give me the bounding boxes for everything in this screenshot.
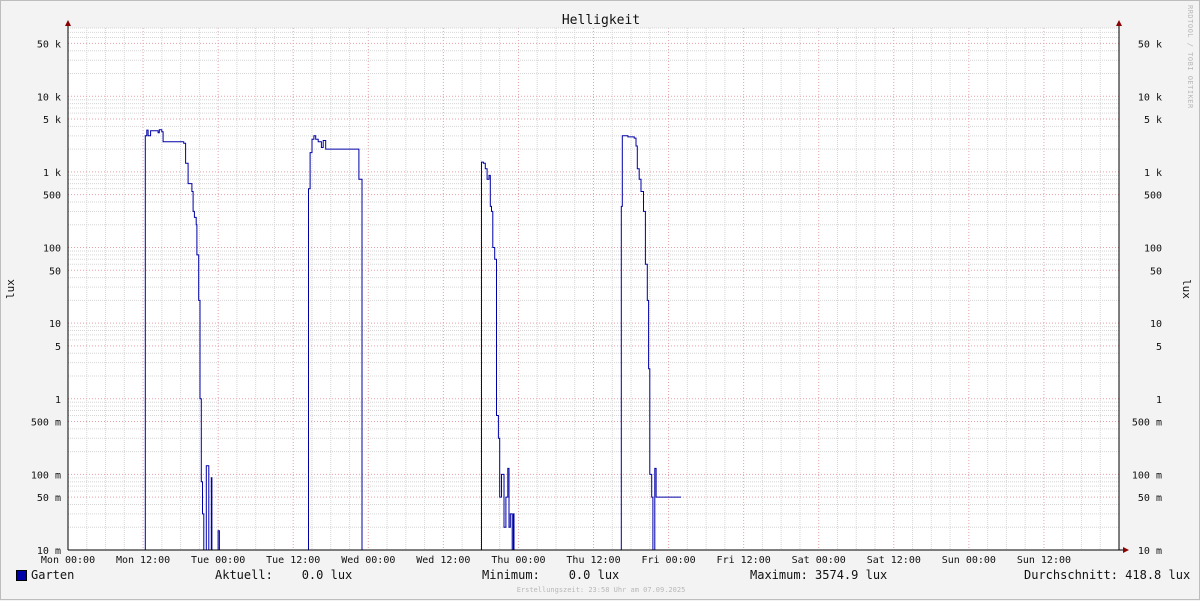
y-tick-label-right: 100 m bbox=[1132, 470, 1162, 481]
chart-window: Helligkeit lux lux RRDTOOL / TOBI OETIKE… bbox=[0, 0, 1200, 600]
y-tick-label-right: 10 bbox=[1150, 319, 1162, 330]
y-tick-label-left: 1 bbox=[55, 395, 61, 406]
chart-title: Helligkeit bbox=[562, 13, 640, 28]
y-tick-label-right: 500 bbox=[1144, 191, 1162, 202]
y-tick-label-right: 100 bbox=[1144, 244, 1162, 255]
x-axis-arrow bbox=[1123, 547, 1129, 553]
footer-timestamp: Erstellungszeit: 23:58 Uhr am 07.09.2025 bbox=[516, 586, 686, 594]
y-tick-label-left: 10 bbox=[49, 319, 61, 330]
x-tick-label: Mon 12:00 bbox=[116, 555, 170, 566]
legend-series-label: Garten bbox=[31, 568, 75, 582]
grid-layer bbox=[67, 27, 1120, 551]
y-tick-label-right: 10 k bbox=[1138, 92, 1162, 103]
y-axis-label-right: lux bbox=[1180, 279, 1193, 299]
legend-swatch-garten bbox=[16, 570, 27, 581]
x-tick-label: Thu 12:00 bbox=[566, 555, 620, 566]
legend-maximum: Maximum: 3574.9 lux bbox=[750, 568, 888, 582]
x-tick-label: Sun 12:00 bbox=[1017, 555, 1071, 566]
x-tick-label: Thu 00:00 bbox=[491, 555, 545, 566]
y-tick-label-left: 1 k bbox=[43, 168, 61, 179]
y-axis-arrow-left bbox=[65, 20, 71, 26]
y-tick-label-left: 50 m bbox=[37, 493, 61, 504]
y-tick-label-right: 1 k bbox=[1144, 168, 1162, 179]
y-tick-label-right: 500 m bbox=[1132, 418, 1162, 429]
y-tick-label-left: 5 bbox=[55, 342, 61, 353]
rrdtool-watermark: RRDTOOL / TOBI OETIKER bbox=[1186, 5, 1194, 109]
y-tick-label-left: 100 m bbox=[31, 470, 61, 481]
y-tick-label-right: 50 m bbox=[1138, 493, 1162, 504]
y-tick-label-left: 100 bbox=[43, 244, 61, 255]
chart-svg: Helligkeit lux lux RRDTOOL / TOBI OETIKE… bbox=[4, 5, 1194, 566]
x-tick-label: Sat 12:00 bbox=[867, 555, 921, 566]
legend-minimum: Minimum: 0.0 lux bbox=[482, 568, 620, 582]
y-tick-label-right: 5 k bbox=[1144, 115, 1162, 126]
y-tick-label-right: 50 bbox=[1150, 266, 1162, 277]
y-tick-label-left: 50 bbox=[49, 266, 61, 277]
x-tick-label: Fri 00:00 bbox=[641, 555, 695, 566]
x-tick-label: Fri 12:00 bbox=[717, 555, 771, 566]
y-axis-label-left: lux bbox=[4, 279, 17, 299]
legend-average: Durchschnitt: 418.8 lux bbox=[1024, 568, 1191, 582]
x-tick-label: Sat 00:00 bbox=[792, 555, 846, 566]
y-tick-label-right: 5 bbox=[1156, 342, 1162, 353]
x-tick-label: Wed 00:00 bbox=[341, 555, 395, 566]
y-tick-label-right: 50 k bbox=[1138, 39, 1162, 50]
x-tick-label: Tue 00:00 bbox=[191, 555, 245, 566]
y-axis-arrow-right bbox=[1116, 20, 1122, 26]
y-tick-label-right: 1 bbox=[1156, 395, 1162, 406]
y-tick-label-left: 10 k bbox=[37, 92, 61, 103]
y-tick-label-left: 5 k bbox=[43, 115, 61, 126]
x-tick-label: Sun 00:00 bbox=[942, 555, 996, 566]
x-tick-label: Tue 12:00 bbox=[266, 555, 320, 566]
legend-current: Aktuell: 0.0 lux bbox=[215, 568, 353, 582]
y-tick-label-left: 10 m bbox=[37, 546, 61, 557]
y-tick-label-right: 10 m bbox=[1138, 546, 1162, 557]
y-tick-label-left: 500 bbox=[43, 191, 61, 202]
x-tick-label: Wed 12:00 bbox=[416, 555, 470, 566]
y-tick-label-left: 500 m bbox=[31, 418, 61, 429]
y-tick-label-left: 50 k bbox=[37, 39, 61, 50]
